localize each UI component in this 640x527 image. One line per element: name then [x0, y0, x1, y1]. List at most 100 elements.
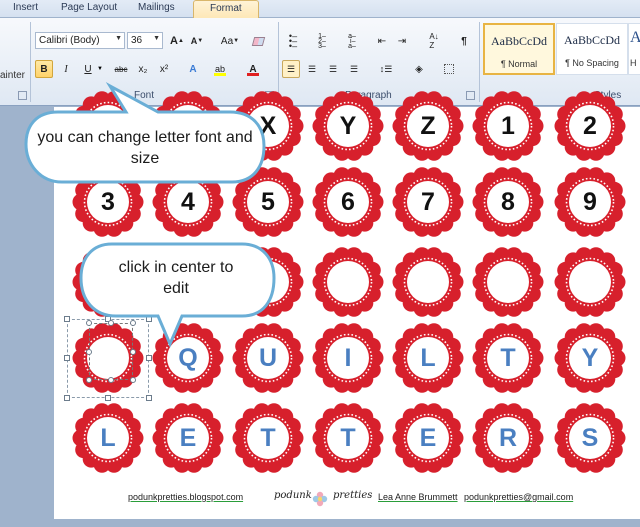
circle-letter: R	[498, 423, 518, 452]
circle-letter: I	[344, 343, 352, 372]
align-left-icon: ☰	[286, 63, 296, 74]
style-no-spacing[interactable]: AaBbCcDd ¶ No Spacing	[556, 23, 628, 75]
resize-handle[interactable]	[105, 395, 111, 401]
resize-handle[interactable]	[64, 355, 70, 361]
resize-handle[interactable]	[146, 395, 152, 401]
chevron-down-icon: ▼	[153, 35, 160, 42]
underline-button[interactable]: U	[79, 60, 97, 78]
ribbon-tab-bar: Insert Page Layout Mailings Format	[0, 0, 640, 19]
callout-font-tip: you can change letter font and size	[18, 82, 268, 192]
align-center-icon: ☰	[307, 63, 317, 74]
highlight-color-bar	[214, 73, 226, 76]
letter-circle[interactable]	[312, 246, 384, 318]
font-size-select[interactable]: 36 ▼	[127, 32, 163, 49]
chevron-down-icon[interactable]: ▼	[97, 66, 103, 72]
align-right-icon: ☰	[328, 63, 338, 74]
text-effects-icon: A	[189, 63, 197, 75]
shrink-font-button[interactable]: A ▼	[188, 32, 206, 50]
letter-circle[interactable]	[554, 246, 626, 318]
shading-button[interactable]: ◈	[410, 60, 428, 78]
circle-letter: Y	[581, 343, 599, 372]
letter-circle[interactable]: T	[472, 322, 544, 394]
justify-button[interactable]: ☰	[345, 60, 363, 78]
letter-circle[interactable]: S	[554, 402, 626, 474]
footer-logo-right: pretties	[333, 490, 373, 501]
letter-circle[interactable]: T	[312, 402, 384, 474]
sort-button[interactable]: A↓ Z	[425, 32, 443, 50]
show-formatting-button[interactable]: ¶	[455, 32, 473, 50]
highlight-button[interactable]: ab	[211, 60, 229, 78]
text-box-handle[interactable]	[86, 377, 92, 383]
callout-font-text: you can change letter font and size	[37, 129, 253, 167]
circle-letter: 8	[501, 187, 515, 216]
change-case-button[interactable]: Aa ▼	[217, 32, 243, 50]
tab-mailings[interactable]: Mailings	[138, 2, 175, 13]
letter-circle[interactable]: 1	[472, 90, 544, 162]
letter-circle[interactable]	[392, 246, 464, 318]
resize-handle[interactable]	[146, 355, 152, 361]
circle-letter: Y	[339, 111, 357, 140]
text-box-handle[interactable]	[108, 377, 114, 383]
letter-circle[interactable]: 2	[554, 90, 626, 162]
style-name: ¶ Normal	[500, 59, 538, 69]
circle-letter: L	[100, 423, 116, 452]
multilevel-list-button[interactable]: a– i– a–	[343, 32, 361, 50]
text-effects-button[interactable]: A	[184, 60, 202, 78]
letter-circle[interactable]: Z	[392, 90, 464, 162]
italic-button[interactable]: I	[57, 60, 75, 78]
superscript-icon: x²	[159, 63, 169, 75]
font-family-select[interactable]: Calibri (Body) ▼	[35, 32, 125, 49]
circle-letter: T	[260, 423, 276, 452]
circle-letter	[472, 246, 544, 318]
letter-circle[interactable]: I	[312, 322, 384, 394]
increase-indent-button[interactable]: ⇥	[393, 32, 411, 50]
footer-logo-left: podunk	[274, 490, 312, 501]
decrease-indent-button[interactable]: ⇤	[373, 32, 391, 50]
letter-circle[interactable]: Y	[554, 322, 626, 394]
letter-circle[interactable]: Y	[312, 90, 384, 162]
letter-circle[interactable]: R	[472, 402, 544, 474]
letter-circle[interactable]: L	[72, 402, 144, 474]
bullets-button[interactable]: •– •– •–	[284, 31, 302, 50]
font-color-button[interactable]: A	[244, 60, 262, 78]
borders-button[interactable]	[440, 60, 458, 78]
format-painter-label[interactable]: ainter	[0, 70, 25, 81]
align-right-button[interactable]: ☰	[324, 60, 342, 78]
clear-formatting-button[interactable]	[249, 32, 267, 50]
superscript-button[interactable]: x²	[155, 60, 173, 78]
style-name: H	[630, 58, 637, 68]
letter-circle[interactable]: 6	[312, 166, 384, 238]
align-center-button[interactable]: ☰	[303, 60, 321, 78]
letter-circle[interactable]: 8	[472, 166, 544, 238]
bold-button[interactable]: B	[35, 60, 53, 78]
circle-letter: Z	[420, 111, 436, 140]
letter-circle[interactable]: L	[392, 322, 464, 394]
resize-handle[interactable]	[64, 316, 70, 322]
letter-circle[interactable]: E	[392, 402, 464, 474]
circle-letter	[392, 246, 464, 318]
resize-handle[interactable]	[64, 395, 70, 401]
strikethrough-button[interactable]: abc	[111, 60, 131, 78]
increase-indent-icon: ⇥	[397, 35, 407, 47]
footer-blog: podunkpretties.blogspot.com	[128, 492, 244, 502]
font-size-value: 36	[131, 35, 143, 46]
align-left-button[interactable]: ☰	[282, 60, 300, 78]
letter-circle[interactable]: 7	[392, 166, 464, 238]
line-spacing-button[interactable]: ↕☰	[377, 60, 395, 78]
subscript-button[interactable]: x₂	[134, 60, 152, 78]
letter-circle[interactable]: E	[152, 402, 224, 474]
bold-icon: B	[40, 63, 48, 75]
style-heading[interactable]: A H	[628, 23, 640, 75]
tab-page-layout[interactable]: Page Layout	[61, 2, 117, 13]
style-normal[interactable]: AaBbCcDd ¶ Normal	[483, 23, 555, 75]
letter-circle[interactable]: 9	[554, 166, 626, 238]
numbering-button[interactable]: 1– 2– 3–	[313, 32, 331, 50]
letter-circle[interactable]	[472, 246, 544, 318]
grow-font-button[interactable]: A ▲	[168, 32, 186, 50]
line-spacing-icon: ↕☰	[379, 63, 393, 74]
tab-format[interactable]: Format	[193, 0, 259, 19]
text-box-handle[interactable]	[130, 377, 136, 383]
letter-circle[interactable]: T	[232, 402, 304, 474]
tab-insert[interactable]: Insert	[13, 2, 38, 13]
callout-center-text: click in center to edit	[118, 259, 234, 297]
